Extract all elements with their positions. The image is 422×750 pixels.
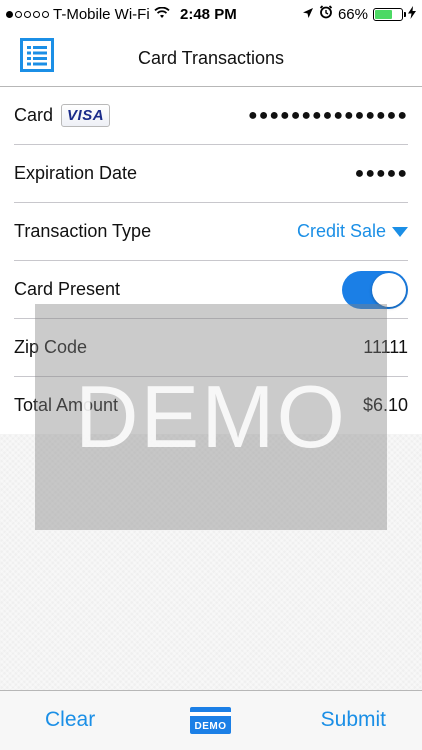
status-left: T-Mobile Wi-Fi (6, 6, 170, 23)
card-present-toggle[interactable] (342, 270, 408, 309)
bottom-toolbar: Clear DEMO Submit (0, 690, 422, 750)
expiration-row[interactable]: Expiration Date ●●●●● (14, 145, 408, 203)
expiration-label: Expiration Date (14, 163, 138, 183)
signal-strength-icon (6, 11, 49, 18)
card-label-group: Card VISA (14, 104, 111, 127)
battery-percent: 66% (337, 5, 368, 23)
carrier-name: T-Mobile Wi-Fi (53, 6, 150, 23)
battery-icon (373, 7, 406, 21)
demo-card-button[interactable]: DEMO (190, 707, 231, 734)
signal-dot (6, 11, 13, 18)
total-amount-field[interactable]: $6.10 (363, 395, 408, 416)
zip-code-field[interactable]: 11111 (363, 337, 408, 358)
alarm-clock-icon (319, 5, 333, 23)
signal-dot (15, 11, 22, 18)
clear-button[interactable]: Clear (45, 708, 95, 732)
visa-logo-icon: VISA (61, 104, 111, 127)
signal-dot (24, 11, 31, 18)
location-arrow-icon (302, 6, 314, 23)
dropdown-caret-icon (392, 226, 408, 237)
zip-code-row[interactable]: Zip Code 11111 (14, 319, 408, 377)
status-time: 2:48 PM (180, 6, 237, 23)
transaction-form: Card VISA ●●●●●●●●●●●●●●● Expiration Dat… (0, 87, 422, 434)
status-bar: T-Mobile Wi-Fi 2:48 PM 66% (0, 0, 422, 30)
battery-fill (375, 9, 393, 19)
transaction-type-value: Credit Sale (296, 221, 386, 241)
card-present-row: Card Present (14, 261, 408, 319)
content-background (0, 434, 422, 690)
transaction-type-row[interactable]: Transaction Type Credit Sale (14, 203, 408, 261)
total-amount-row[interactable]: Total Amount $6.10 (14, 377, 408, 434)
signal-dot (42, 11, 49, 18)
card-present-label: Card Present (14, 279, 121, 299)
toggle-knob (372, 272, 406, 307)
total-amount-label: Total Amount (14, 395, 119, 415)
demo-card-label: DEMO (194, 721, 227, 732)
signal-dot (33, 11, 40, 18)
expiration-field[interactable]: ●●●●● (355, 165, 408, 183)
transaction-type-select[interactable]: Credit Sale (297, 221, 408, 242)
page-title: Card Transactions (137, 48, 285, 68)
wifi-icon (154, 6, 170, 23)
card-number-field[interactable]: ●●●●●●●●●●●●●●● (248, 107, 408, 125)
submit-button[interactable]: Submit (321, 708, 386, 732)
charging-bolt-icon (408, 5, 416, 23)
zip-code-label: Zip Code (14, 337, 88, 357)
card-stripe (190, 712, 231, 716)
nav-bar: Card Transactions (0, 30, 422, 87)
transaction-type-label: Transaction Type (14, 221, 152, 241)
status-right: 66% (302, 5, 416, 23)
card-label: Card (14, 105, 54, 125)
card-row[interactable]: Card VISA ●●●●●●●●●●●●●●● (14, 87, 408, 145)
